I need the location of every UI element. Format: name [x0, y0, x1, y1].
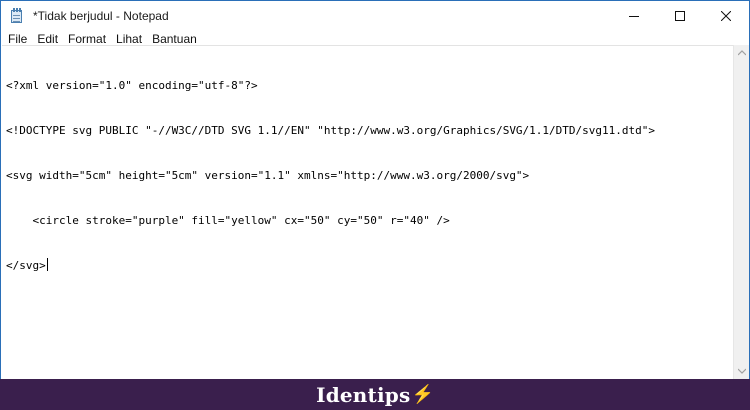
scroll-up-button[interactable]: [734, 45, 749, 61]
editor-line-last: </svg>: [6, 258, 729, 273]
close-icon: [721, 10, 731, 21]
window-title: *Tidak berjudul - Notepad: [33, 8, 169, 23]
notepad-icon: [9, 7, 25, 24]
minimize-icon: [629, 15, 639, 17]
scroll-down-button[interactable]: [734, 363, 749, 379]
editor-line: <circle stroke="purple" fill="yellow" cx…: [6, 214, 450, 227]
editor-line: <!DOCTYPE svg PUBLIC "-//W3C//DTD SVG 1.…: [6, 124, 656, 137]
footer-banner: Identips ⚡: [0, 379, 750, 410]
text-editor[interactable]: <?xml version="1.0" encoding="utf-8"?> <…: [2, 45, 733, 379]
close-button[interactable]: [703, 1, 749, 31]
editor-line-text: </svg>: [6, 259, 46, 272]
window-controls: [611, 1, 749, 31]
title-bar[interactable]: *Tidak berjudul - Notepad: [1, 0, 749, 30]
editor-line: <?xml version="1.0" encoding="utf-8"?>: [6, 79, 258, 92]
brand-logo-text: Identips: [316, 382, 411, 407]
text-caret: [46, 258, 48, 271]
chevron-down-icon: [737, 368, 746, 374]
maximize-button[interactable]: [657, 1, 703, 31]
minimize-button[interactable]: [611, 1, 657, 31]
lightning-icon: ⚡: [411, 384, 434, 404]
maximize-icon: [675, 10, 685, 21]
editor-line: <svg width="5cm" height="5cm" version="1…: [6, 169, 530, 182]
notepad-window: *Tidak berjudul - Notepad File Edit Form…: [0, 0, 750, 379]
vertical-scrollbar[interactable]: [733, 45, 749, 379]
chevron-up-icon: [737, 50, 746, 56]
